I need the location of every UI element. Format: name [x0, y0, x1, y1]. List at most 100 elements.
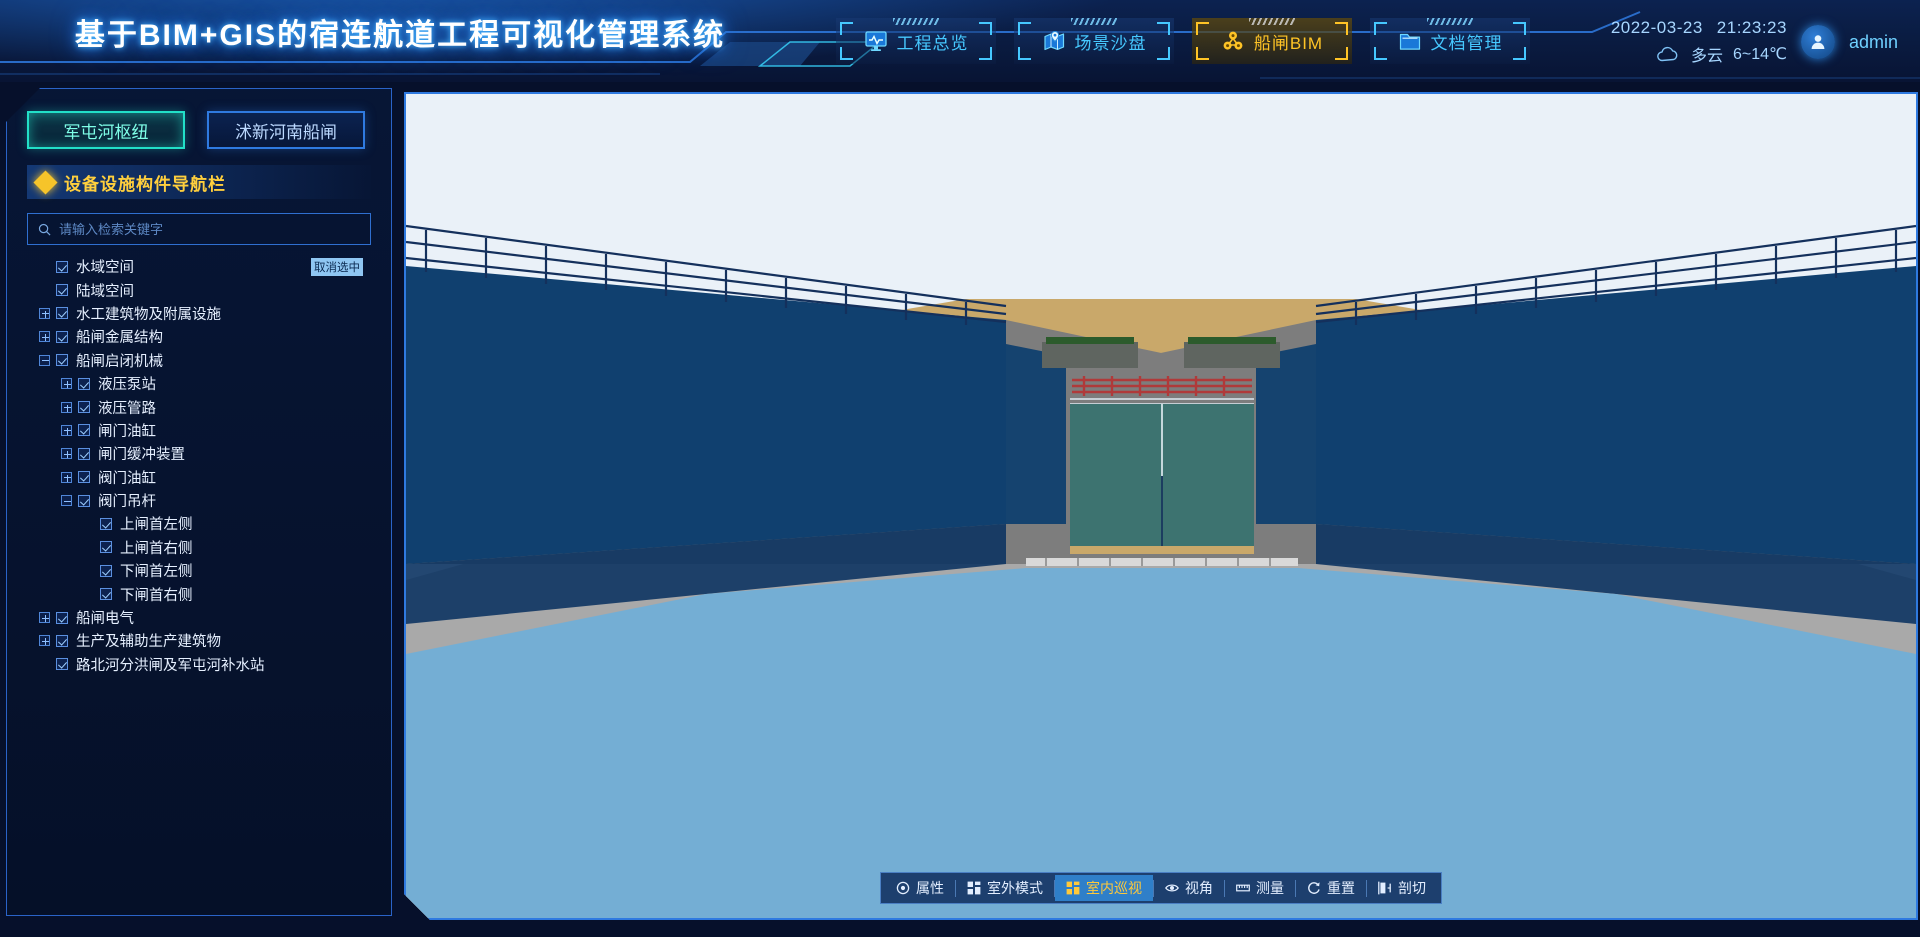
tree-item-checkbox[interactable] — [100, 564, 112, 577]
tree-item[interactable]: 下闸首右侧 — [21, 582, 377, 605]
tab-engineering-overview[interactable]: 工程总览 — [836, 18, 996, 64]
page-title: 基于BIM+GIS的宿连航道工程可视化管理系统 — [74, 19, 726, 52]
tree-expander-plus-icon[interactable] — [39, 635, 50, 647]
main-nav: 工程总览 场景沙盘 船闸BIM 文档管理 — [836, 18, 1530, 64]
tree-item[interactable]: 上闸首左侧 — [21, 512, 377, 535]
tree-item[interactable]: 闸门油缸 — [21, 419, 377, 442]
tree-item-checkbox[interactable] — [78, 471, 90, 484]
sidebar-tab-juntunhe-hub[interactable]: 军屯河枢纽 — [27, 111, 185, 149]
sidebar-panel: 军屯河枢纽 沭新河南船闸 设备设施构件导航栏 水域空间 取消选中陆域空间水工建筑物… — [6, 88, 392, 916]
tab-label: 工程总览 — [896, 33, 969, 53]
tree-item-label: 船闸金属结构 — [76, 330, 163, 347]
tree-item-checkbox[interactable] — [56, 307, 68, 320]
section-header: 设备设施构件导航栏 — [27, 165, 371, 199]
tree-item-label: 生产及辅助生产建筑物 — [76, 634, 221, 651]
tree-expander-plus-icon[interactable] — [61, 448, 72, 460]
tab-document-management[interactable]: 文档管理 — [1370, 18, 1530, 64]
bim-viewport[interactable]: 属性 室外模式 室内巡视 视角 测量 重置 剖切 — [404, 92, 1918, 920]
tree-expander-plus-icon[interactable] — [39, 331, 50, 343]
tree-expander-plus-icon[interactable] — [39, 307, 50, 319]
tree-item[interactable]: 水域空间 取消选中 — [21, 255, 377, 278]
tree-expander-plus-icon[interactable] — [39, 612, 50, 624]
tree-item-checkbox[interactable] — [78, 401, 90, 414]
grid-icon — [1066, 881, 1080, 895]
tree-item-checkbox[interactable] — [56, 634, 68, 647]
tree-item-checkbox[interactable] — [78, 424, 90, 437]
tree-expander-minus-icon[interactable] — [61, 495, 72, 507]
toolbar-label: 室内巡视 — [1086, 880, 1142, 896]
tree-item[interactable]: 闸门缓冲装置 — [21, 442, 377, 465]
component-tree: 水域空间 取消选中 陆域空间水工建筑物及附属设施 船闸金属结构船闸启闭机械液压泵站 液压… — [21, 255, 377, 676]
tree-item-checkbox[interactable] — [56, 354, 68, 367]
avatar[interactable] — [1800, 25, 1835, 59]
viewport-toolbar: 属性 室外模式 室内巡视 视角 测量 重置 剖切 — [880, 872, 1442, 904]
tree-item[interactable]: 船闸电气 — [21, 606, 377, 629]
tree-expander-plus-icon[interactable] — [61, 471, 72, 483]
sidebar-project-tabs: 军屯河枢纽 沭新河南船闸 — [21, 107, 377, 149]
tree-item[interactable]: 阀门吊杆 — [21, 489, 377, 512]
tree-item-checkbox[interactable] — [100, 588, 112, 601]
tree-item-checkbox[interactable] — [78, 447, 90, 460]
tree-item[interactable]: 下闸首左侧 — [21, 559, 377, 582]
tree-item-checkbox[interactable] — [78, 494, 90, 507]
search-box[interactable] — [27, 213, 371, 245]
tree-item[interactable]: 液压泵站 — [21, 372, 377, 395]
toolbar-divider — [1224, 880, 1225, 897]
search-input[interactable] — [59, 221, 360, 237]
tree-item[interactable]: 船闸启闭机械 — [21, 349, 377, 372]
tab-label: 船闸BIM — [1253, 33, 1324, 53]
toolbar-divider — [1295, 880, 1296, 897]
scene-gatehouse-left — [1042, 342, 1138, 368]
username-label: admin — [1848, 31, 1898, 52]
toolbar-label: 剖切 — [1398, 880, 1426, 896]
tree-item[interactable]: 液压管路 — [21, 395, 377, 418]
tree-item[interactable]: 生产及辅助生产建筑物 — [21, 629, 377, 652]
tree-item-checkbox[interactable] — [56, 658, 68, 671]
tree-expander-plus-icon[interactable] — [61, 424, 72, 436]
tab-hatch-deco — [1249, 18, 1295, 25]
user-icon — [1811, 35, 1825, 49]
tree-expander-plus-icon[interactable] — [61, 401, 72, 413]
tab-lock-bim[interactable]: 船闸BIM — [1192, 18, 1352, 64]
tree-expander-placeholder — [83, 565, 94, 576]
toolbar-measure[interactable]: 测量 — [1225, 875, 1295, 901]
tree-item-label: 路北河分洪闸及军屯河补水站 — [76, 657, 265, 674]
tree-item-checkbox[interactable] — [56, 260, 68, 273]
refresh-icon — [1307, 881, 1321, 895]
tree-item[interactable]: 阀门油缸 — [21, 466, 377, 489]
tree-item-checkbox[interactable] — [56, 284, 68, 297]
tree-item[interactable]: 水工建筑物及附属设施 — [21, 302, 377, 325]
tree-item[interactable]: 陆域空间 — [21, 278, 377, 301]
tree-expander-placeholder — [83, 518, 94, 529]
tree-item-label: 液压泵站 — [98, 377, 156, 394]
tab-scene-sandbox[interactable]: 场景沙盘 — [1014, 18, 1174, 64]
toolbar-indoor-walkthrough[interactable]: 室内巡视 — [1055, 875, 1153, 901]
tree-item[interactable]: 上闸首右侧 — [21, 536, 377, 559]
tree-item-checkbox[interactable] — [56, 611, 68, 624]
toolbar-outdoor-mode[interactable]: 室外模式 — [956, 875, 1054, 901]
bim-3d-scene[interactable] — [406, 94, 1916, 918]
toolbar-view-angle[interactable]: 视角 — [1154, 875, 1224, 901]
tree-item-label: 水工建筑物及附属设施 — [76, 306, 221, 323]
tree-item[interactable]: 船闸金属结构 — [21, 325, 377, 348]
tree-item-checkbox[interactable] — [78, 377, 90, 390]
toolbar-divider — [1153, 880, 1154, 897]
tree-item-checkbox[interactable] — [100, 517, 112, 530]
folder-icon — [1399, 33, 1420, 50]
deselect-badge[interactable]: 取消选中 — [311, 257, 363, 276]
toolbar-section-cut[interactable]: 剖切 — [1367, 875, 1437, 901]
current-date: 2022-03-23 — [1610, 18, 1703, 37]
tree-expander-minus-icon[interactable] — [39, 354, 50, 366]
sidebar-tab-shuxinhe-south-lock[interactable]: 沭新河南船闸 — [207, 111, 365, 149]
molecule-icon — [1223, 31, 1243, 50]
toolbar-reset[interactable]: 重置 — [1296, 875, 1366, 901]
eye-icon — [1165, 881, 1179, 895]
tree-item-checkbox[interactable] — [100, 541, 112, 554]
toolbar-properties[interactable]: 属性 — [885, 875, 955, 901]
tree-item[interactable]: 路北河分洪闸及军屯河补水站 — [21, 653, 377, 676]
tree-item-label: 上闸首右侧 — [120, 540, 193, 557]
header-status-area: 2022-03-23 21:23:23 多云 6~14℃ admin — [1611, 14, 1898, 70]
cloud-icon — [1657, 46, 1678, 61]
tree-expander-plus-icon[interactable] — [61, 378, 72, 390]
tree-item-checkbox[interactable] — [56, 330, 68, 343]
